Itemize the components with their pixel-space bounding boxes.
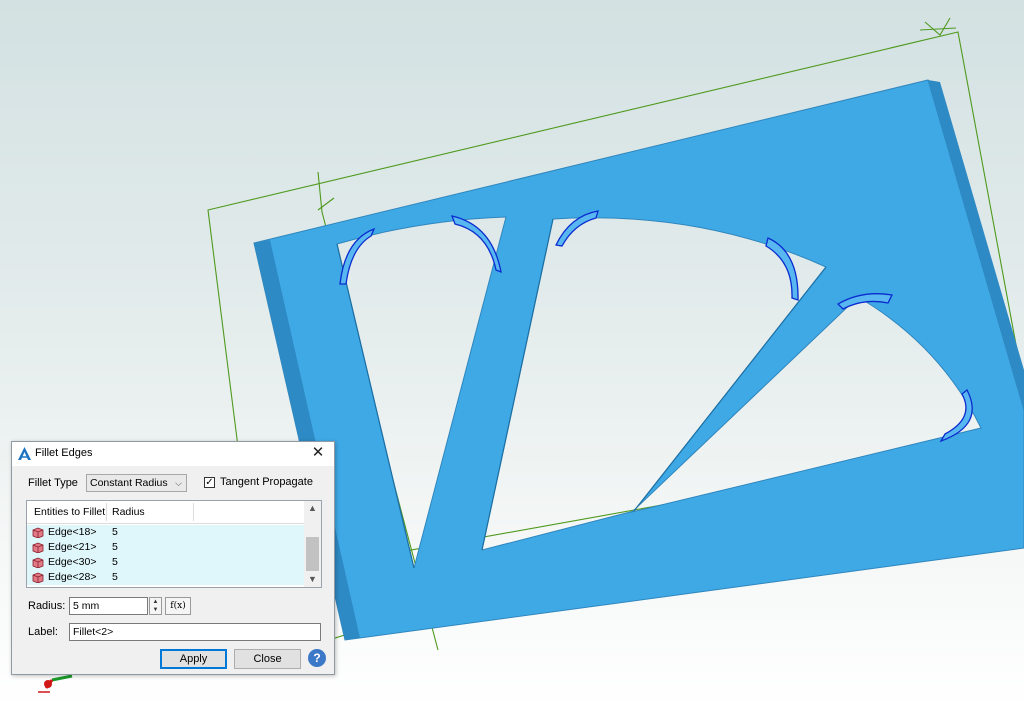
row-entity: Edge<28> xyxy=(48,571,97,583)
column-header-radius[interactable]: Radius xyxy=(112,506,145,518)
column-header-entities[interactable]: Entities to Fillet xyxy=(34,506,105,518)
axis-triad-icon xyxy=(38,674,73,693)
tangent-propagate-label: Tangent Propagate xyxy=(220,476,313,488)
help-icon[interactable]: ? xyxy=(308,649,326,667)
chevron-up-icon[interactable]: ▲ xyxy=(304,501,321,516)
dialog-titlebar[interactable]: Fillet Edges ✕ xyxy=(12,442,334,466)
label-label: Label: xyxy=(28,626,58,638)
row-radius: 5 xyxy=(112,571,118,583)
tangent-propagate-checkbox[interactable]: ✓ xyxy=(204,477,215,488)
fillet-type-value: Constant Radius xyxy=(90,477,168,489)
close-icon[interactable]: ✕ xyxy=(308,443,328,463)
scroll-thumb[interactable] xyxy=(306,537,319,571)
fillet-type-select[interactable]: Constant Radius ⌵ xyxy=(86,474,187,492)
dialog-title: Fillet Edges xyxy=(35,447,93,459)
chevron-down-icon[interactable]: ▼ xyxy=(304,572,321,587)
table-row[interactable]: Edge<18> 5 xyxy=(27,525,304,540)
label-input[interactable]: Fillet<2> xyxy=(69,623,321,641)
edge-cube-icon xyxy=(32,527,44,538)
fx-button[interactable]: f(x) xyxy=(165,597,191,615)
row-radius: 5 xyxy=(112,541,118,553)
table-row[interactable]: Edge<28> 5 xyxy=(27,570,304,585)
table-row[interactable]: Edge<21> 5 xyxy=(27,540,304,555)
fillet-type-label: Fillet Type xyxy=(28,477,78,489)
plate-part[interactable] xyxy=(253,79,1024,641)
entities-table[interactable]: Entities to Fillet Radius Edge<18> 5 Edg… xyxy=(26,500,322,588)
close-button[interactable]: Close xyxy=(234,649,301,669)
row-radius: 5 xyxy=(112,556,118,568)
fillet-edges-dialog: Fillet Edges ✕ Fillet Type Constant Radi… xyxy=(11,441,335,675)
row-entity: Edge<30> xyxy=(48,556,97,568)
column-divider[interactable] xyxy=(106,503,107,521)
alibre-app-icon xyxy=(18,447,31,460)
column-divider[interactable] xyxy=(193,503,194,521)
radius-stepper[interactable]: ▲ ▼ xyxy=(149,597,162,615)
table-row[interactable]: Edge<30> 5 xyxy=(27,555,304,570)
edge-cube-icon xyxy=(32,572,44,583)
row-radius: 5 xyxy=(112,526,118,538)
row-entity: Edge<18> xyxy=(48,526,97,538)
edge-cube-icon xyxy=(32,557,44,568)
chevron-down-icon: ⌵ xyxy=(175,478,182,488)
edge-cube-icon xyxy=(32,542,44,553)
table-header: Entities to Fillet Radius xyxy=(27,501,304,524)
row-entity: Edge<21> xyxy=(48,541,97,553)
radius-label: Radius: xyxy=(28,600,66,612)
apply-button[interactable]: Apply xyxy=(160,649,227,669)
radius-input[interactable]: 5 mm xyxy=(69,597,148,615)
table-scrollbar[interactable]: ▲ ▼ xyxy=(304,501,321,587)
